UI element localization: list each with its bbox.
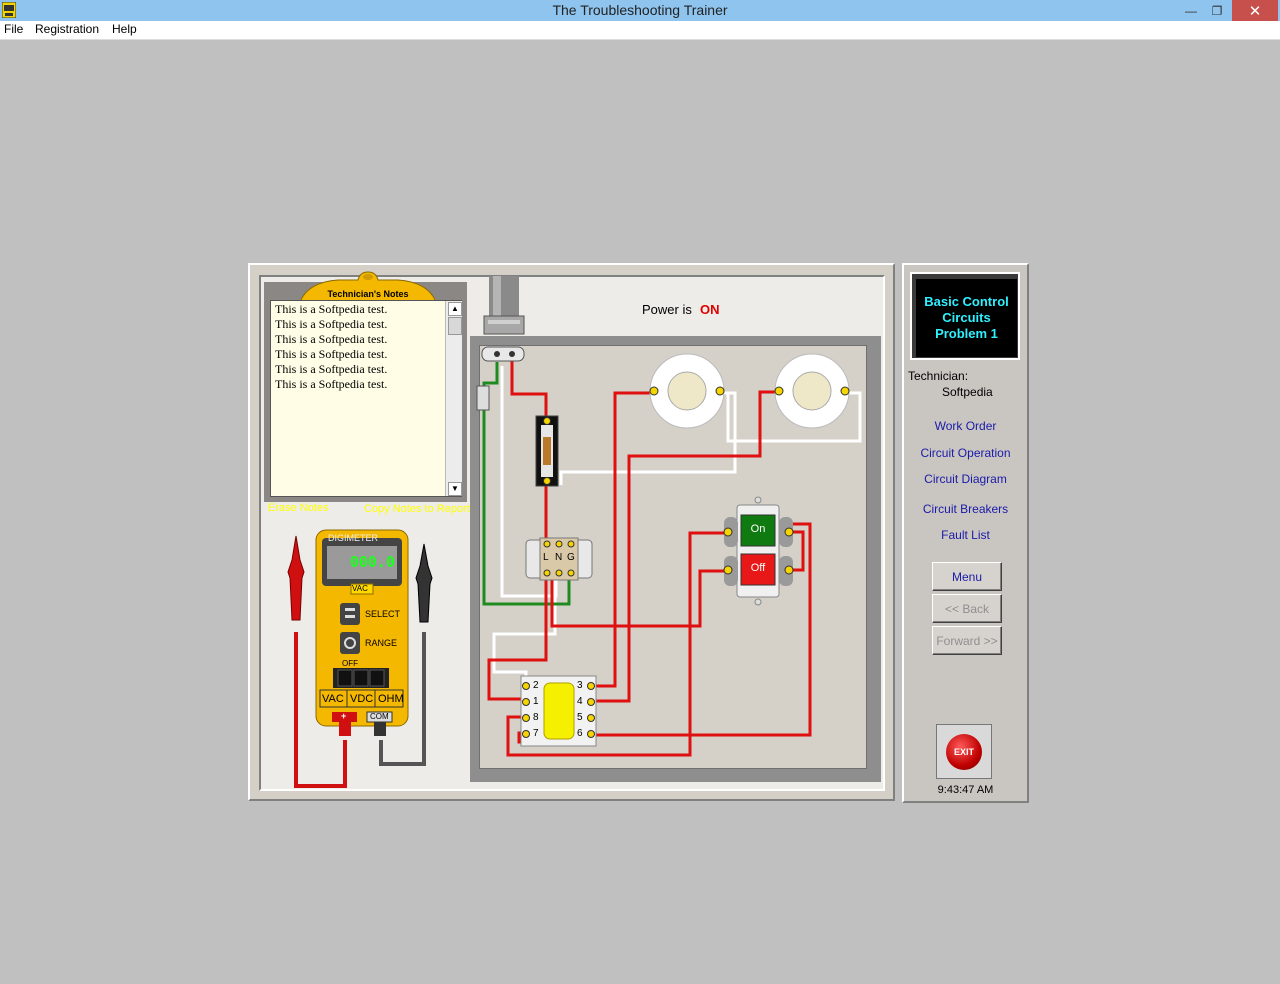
- relay-pin-7: 7: [533, 728, 539, 739]
- relay-pin-3: 3: [577, 680, 583, 691]
- off-button[interactable]: Off: [741, 562, 775, 574]
- menu-file[interactable]: File: [4, 22, 23, 36]
- meter-off-label: OFF: [342, 659, 358, 668]
- notes-line: This is a Softpedia test.: [275, 362, 388, 376]
- meter-mode-ohm-button[interactable]: OHM: [378, 693, 404, 705]
- meter-com-jack: COM: [370, 712, 389, 721]
- scroll-up-arrow-icon[interactable]: ▲: [448, 302, 462, 316]
- notes-line: This is a Softpedia test.: [275, 377, 388, 391]
- meter-mode-tag: VAC: [352, 584, 368, 593]
- minimize-button[interactable]: —: [1180, 0, 1202, 21]
- terminal-label-g: G: [567, 552, 575, 563]
- notes-title: Technician's Notes: [327, 289, 409, 299]
- meter-mode-vac-button[interactable]: VAC: [322, 693, 344, 705]
- problem-line: Circuits: [942, 310, 991, 325]
- work-order-link[interactable]: Work Order: [904, 419, 1027, 433]
- forward-button[interactable]: Forward >>: [932, 626, 1002, 655]
- back-button[interactable]: << Back: [932, 594, 1002, 623]
- scroll-down-arrow-icon[interactable]: ▼: [448, 482, 462, 496]
- problem-line: Basic Control: [924, 294, 1009, 309]
- notes-line: This is a Softpedia test.: [275, 317, 388, 331]
- relay-pin-5: 5: [577, 712, 583, 723]
- fault-list-link[interactable]: Fault List: [904, 528, 1027, 542]
- notes-line: This is a Softpedia test.: [275, 302, 388, 316]
- notes-scrollbar[interactable]: ▲ ▼: [445, 301, 462, 496]
- meter-plus-jack: +: [341, 711, 347, 721]
- relay-pin-6: 6: [577, 728, 583, 739]
- problem-line: Problem 1: [935, 326, 998, 341]
- meter-brand: DIGIMETER: [328, 533, 379, 543]
- circuit-diagram: [476, 346, 862, 757]
- circuit-breakers-link[interactable]: Circuit Breakers: [904, 502, 1027, 516]
- power-state: ON: [700, 302, 720, 317]
- copy-notes-link[interactable]: Copy Notes to Report: [364, 503, 470, 515]
- relay-pin-4: 4: [577, 696, 583, 707]
- power-label: Power is: [642, 302, 692, 317]
- circuit-operation-link[interactable]: Circuit Operation: [904, 446, 1027, 460]
- menu-help[interactable]: Help: [112, 22, 137, 36]
- relay-pin-8: 8: [533, 712, 539, 723]
- clock: 9:43:47 AM: [937, 784, 994, 796]
- menu-bar: File Registration Help: [0, 21, 1280, 40]
- relay-pin-1: 1: [533, 696, 539, 707]
- scroll-thumb[interactable]: [448, 317, 462, 335]
- menu-button[interactable]: Menu: [932, 562, 1002, 591]
- circuit-diagram-link[interactable]: Circuit Diagram: [904, 472, 1027, 486]
- terminal-label-l: L: [543, 552, 549, 563]
- notes-line: This is a Softpedia test.: [275, 347, 388, 361]
- conduit-icon: [483, 276, 525, 335]
- notes-text: This is a Softpedia test. This is a Soft…: [275, 302, 387, 392]
- meter-mode-vdc-button[interactable]: VDC: [350, 693, 373, 705]
- terminal-label-n: N: [555, 552, 563, 563]
- exit-button-label: EXIT: [946, 734, 982, 770]
- notes-line: This is a Softpedia test.: [275, 332, 388, 346]
- meter-display: 000.0: [349, 553, 395, 571]
- erase-notes-link[interactable]: Erase Notes: [268, 502, 329, 514]
- relay-pin-2: 2: [533, 680, 539, 691]
- restore-button[interactable]: ❐: [1206, 0, 1228, 21]
- on-button[interactable]: On: [741, 523, 775, 535]
- close-button[interactable]: ✕: [1232, 0, 1278, 21]
- title-bar: The Troubleshooting Trainer — ❐ ✕: [0, 0, 1280, 21]
- problem-display: Basic Control Circuits Problem 1: [916, 279, 1017, 357]
- meter-range-label: RANGE: [365, 638, 398, 648]
- technician-name: Softpedia: [942, 385, 993, 399]
- technician-label: Technician:: [908, 369, 969, 383]
- window-title: The Troubleshooting Trainer: [552, 2, 728, 18]
- menu-registration[interactable]: Registration: [35, 22, 99, 36]
- meter-select-label: SELECT: [365, 609, 401, 619]
